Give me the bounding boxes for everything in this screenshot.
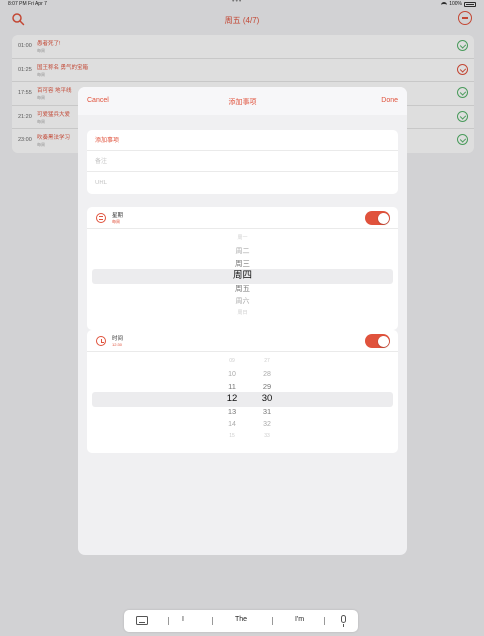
weekday-picker-item[interactable]: 周四 (87, 271, 398, 281)
weekday-picker-item[interactable]: 周二 (87, 248, 398, 255)
divider (324, 617, 325, 625)
done-button[interactable]: Done (381, 97, 398, 104)
weekday-toggle[interactable] (365, 211, 390, 225)
weekday-card: 星期 每周 周一周二周三周四周五周六周日 (87, 207, 398, 330)
toggle-knob (377, 335, 389, 347)
minute-picker-item[interactable]: 27 (247, 359, 287, 364)
weekday-picker[interactable]: 周一周二周三周四周五周六周日 (87, 229, 398, 330)
minute-picker-item[interactable]: 31 (247, 408, 287, 416)
text-fields-card (87, 130, 398, 194)
hour-picker-item[interactable]: 15 (212, 434, 252, 439)
toggle-knob (377, 212, 389, 224)
weekday-picker-item[interactable]: 周六 (87, 298, 398, 305)
weekday-value: 每周 (112, 219, 120, 224)
time-card: 时间 12:30 09 10 11 12 13 14 15 27 28 29 30 31 32 33 (87, 330, 398, 453)
weekday-label: 星期 (112, 213, 124, 219)
time-picker[interactable]: 09 10 11 12 13 14 15 27 28 29 30 31 32 33 (87, 352, 398, 453)
notes-input[interactable] (95, 155, 375, 168)
minute-picker-item[interactable]: 32 (247, 421, 287, 428)
clock-icon (96, 336, 106, 346)
time-value: 12:30 (112, 342, 123, 347)
title-field-row (87, 130, 398, 151)
keyboard-suggestion-bar: I The I'm (124, 610, 358, 632)
keyboard-icon[interactable] (136, 616, 148, 625)
add-item-sheet: Cancel 添加事项 Done 星期 每周 周一周二周三周四周五周六周日 时间… (78, 87, 407, 555)
title-input[interactable] (95, 134, 375, 147)
hour-picker-item[interactable]: 10 (212, 371, 252, 378)
divider (168, 617, 169, 625)
weekday-picker-item[interactable]: 周三 (87, 260, 398, 268)
minute-picker-item[interactable]: 28 (247, 371, 287, 378)
suggestion-3[interactable]: I'm (295, 616, 304, 623)
weekday-picker-item[interactable]: 周一 (87, 236, 398, 241)
suggestion-2[interactable]: The (235, 616, 247, 623)
hour-picker-item[interactable]: 13 (212, 408, 252, 416)
time-label: 时间 (112, 336, 124, 342)
url-input[interactable] (95, 176, 375, 189)
minute-picker-item[interactable]: 33 (247, 434, 287, 439)
hour-picker-item[interactable]: 11 (212, 383, 252, 391)
sheet-title: 添加事项 (228, 99, 257, 106)
minute-picker-item[interactable]: 29 (247, 383, 287, 391)
suggestion-1[interactable]: I (182, 616, 184, 623)
notes-field-row (87, 151, 398, 172)
hour-picker-item[interactable]: 12 (212, 394, 252, 404)
url-field-row (87, 172, 398, 193)
microphone-icon[interactable] (341, 615, 346, 627)
weekday-picker-item[interactable]: 周日 (87, 311, 398, 316)
sheet-nav-bar: Cancel 添加事项 Done (78, 87, 407, 115)
divider (212, 617, 213, 625)
calendar-icon (96, 213, 106, 223)
hour-picker-item[interactable]: 09 (212, 359, 252, 364)
weekday-option-row: 星期 每周 (87, 207, 398, 229)
divider (272, 617, 273, 625)
time-toggle[interactable] (365, 334, 390, 348)
minute-picker-item[interactable]: 30 (247, 394, 287, 404)
time-option-row: 时间 12:30 (87, 330, 398, 352)
weekday-picker-item[interactable]: 周五 (87, 285, 398, 293)
hour-picker-item[interactable]: 14 (212, 421, 252, 428)
